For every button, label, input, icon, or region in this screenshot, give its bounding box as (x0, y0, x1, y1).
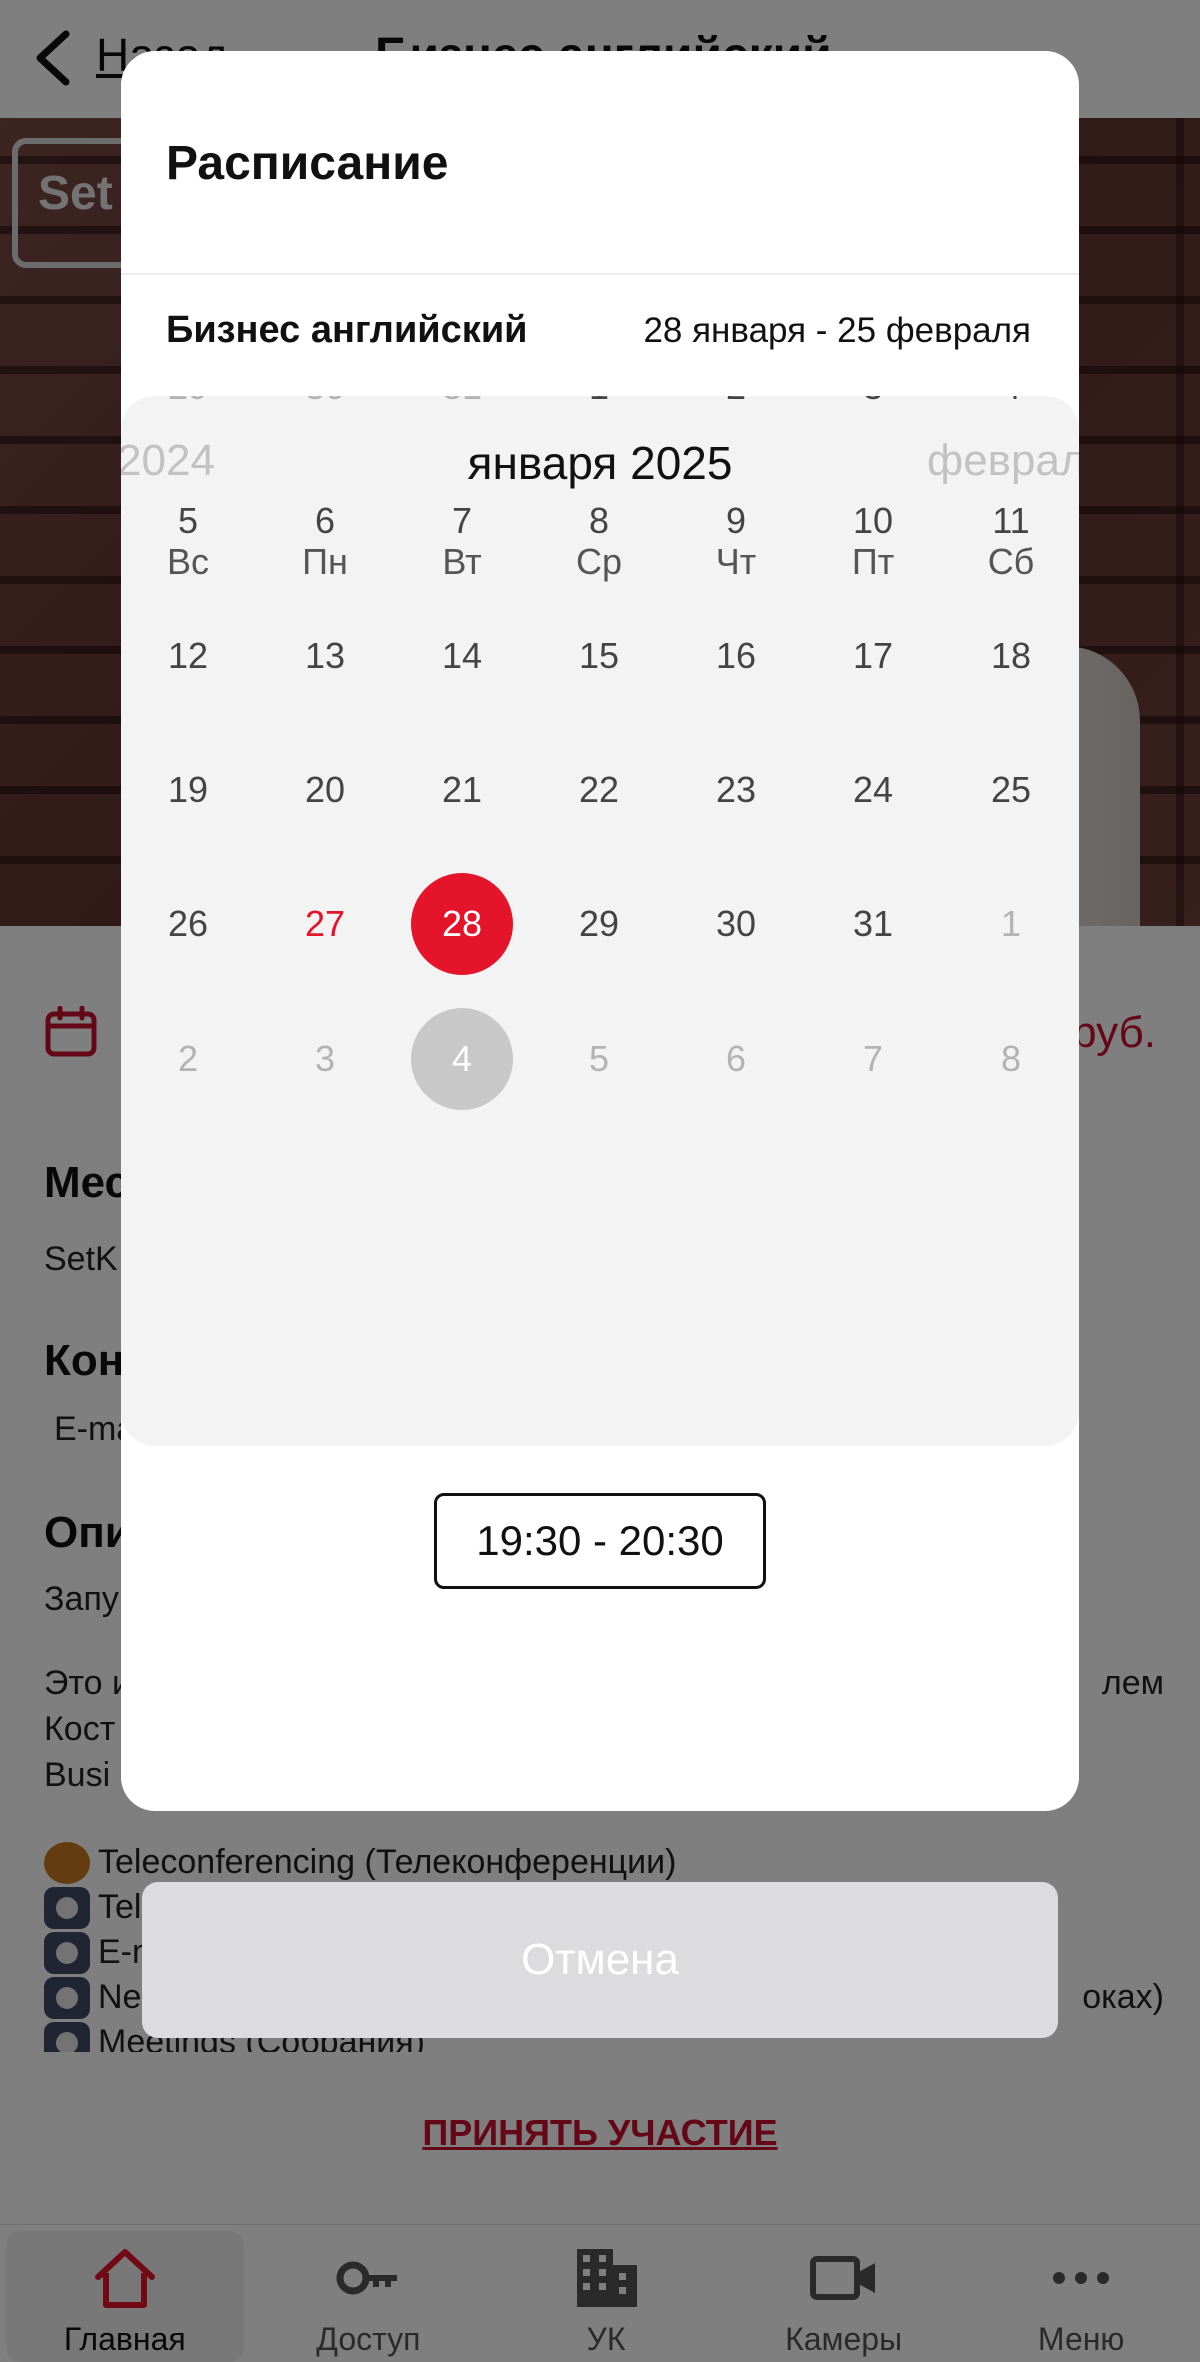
calendar-day[interactable]: 6 (685, 1008, 787, 1110)
course-name: Бизнес английский (166, 309, 528, 351)
calendar-day[interactable]: 23 (685, 739, 787, 841)
calendar-day[interactable]: 8 (548, 470, 650, 572)
calendar-day[interactable]: 15 (548, 605, 650, 707)
time-slot-button[interactable]: 19:30 - 20:30 (434, 1493, 766, 1589)
calendar-day[interactable]: 30 (274, 396, 376, 438)
calendar-day[interactable]: 31 (822, 873, 924, 975)
calendar-day[interactable]: 1 (548, 396, 650, 438)
calendar-day[interactable]: 16 (685, 605, 787, 707)
calendar-day[interactable]: 14 (411, 605, 513, 707)
calendar-day[interactable]: 7 (822, 1008, 924, 1110)
calendar-day[interactable]: 11 (960, 470, 1062, 572)
calendar-day[interactable]: 4 (960, 396, 1062, 438)
calendar-day[interactable]: 5 (137, 470, 239, 572)
calendar-day[interactable]: 17 (822, 605, 924, 707)
cancel-button[interactable]: Отмена (142, 1882, 1058, 2038)
calendar-day[interactable]: 26 (137, 873, 239, 975)
calendar-day[interactable]: 9 (685, 470, 787, 572)
calendar-day[interactable]: 29 (548, 873, 650, 975)
divider (121, 273, 1079, 275)
calendar-day[interactable]: 18 (960, 605, 1062, 707)
selected-day[interactable]: 28 (411, 873, 513, 975)
calendar-day[interactable]: 29 (137, 396, 239, 438)
calendar-day[interactable]: 19 (137, 739, 239, 841)
calendar-day[interactable]: 1 (960, 873, 1062, 975)
calendar-day[interactable]: 13 (274, 605, 376, 707)
calendar-day[interactable]: 21 (411, 739, 513, 841)
calendar-day[interactable]: 2 (685, 396, 787, 438)
calendar-day[interactable]: 8 (960, 1008, 1062, 1110)
calendar-day[interactable]: 25 (960, 739, 1062, 841)
calendar-day[interactable]: 22 (548, 739, 650, 841)
calendar-day[interactable]: 2 (137, 1008, 239, 1110)
calendar-day[interactable]: 20 (274, 739, 376, 841)
schedule-modal: Расписание Бизнес английский 28 января -… (121, 51, 1079, 1811)
course-dates: 28 января - 25 февраля (643, 311, 1031, 350)
calendar-day[interactable]: 12 (137, 605, 239, 707)
calendar-day[interactable]: 30 (685, 873, 787, 975)
calendar-day[interactable]: 3 (822, 396, 924, 438)
calendar-day[interactable]: 7 (411, 470, 513, 572)
calendar-day[interactable]: 5 (548, 1008, 650, 1110)
calendar-day[interactable]: 10 (822, 470, 924, 572)
calendar: я 2024 января 2025 феврал ВсПнВтСрЧтПтСб… (121, 396, 1079, 1446)
modal-title: Расписание (166, 137, 449, 190)
calendar-day[interactable]: 24 (822, 739, 924, 841)
today-day[interactable]: 27 (274, 873, 376, 975)
calendar-day[interactable]: 4 (411, 1008, 513, 1110)
calendar-day[interactable]: 31 (411, 396, 513, 438)
calendar-day[interactable]: 3 (274, 1008, 376, 1110)
calendar-day[interactable]: 6 (274, 470, 376, 572)
